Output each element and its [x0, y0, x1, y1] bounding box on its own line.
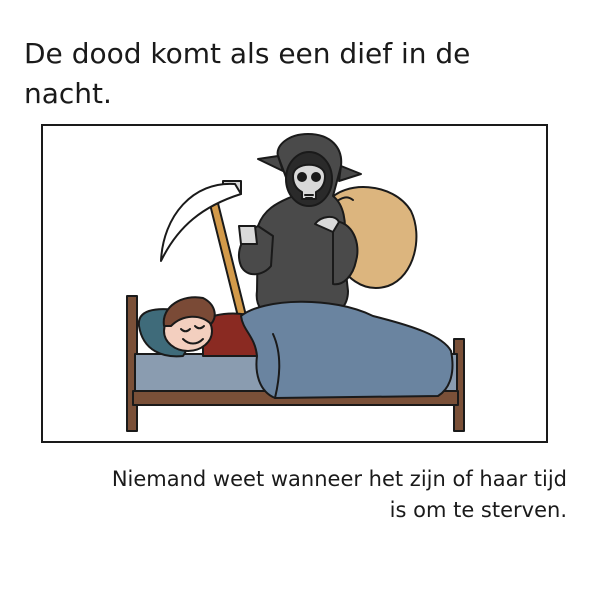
illustration-panel	[41, 124, 548, 443]
reaper-illustration	[238, 133, 362, 317]
death-thief-illustration	[126, 133, 465, 432]
blanket-illustration	[240, 300, 454, 399]
page-title: De dood komt als een dief in de nacht.	[24, 37, 471, 110]
caption: Niemand weet wanneer het zijn of haar ti…	[111, 467, 567, 522]
